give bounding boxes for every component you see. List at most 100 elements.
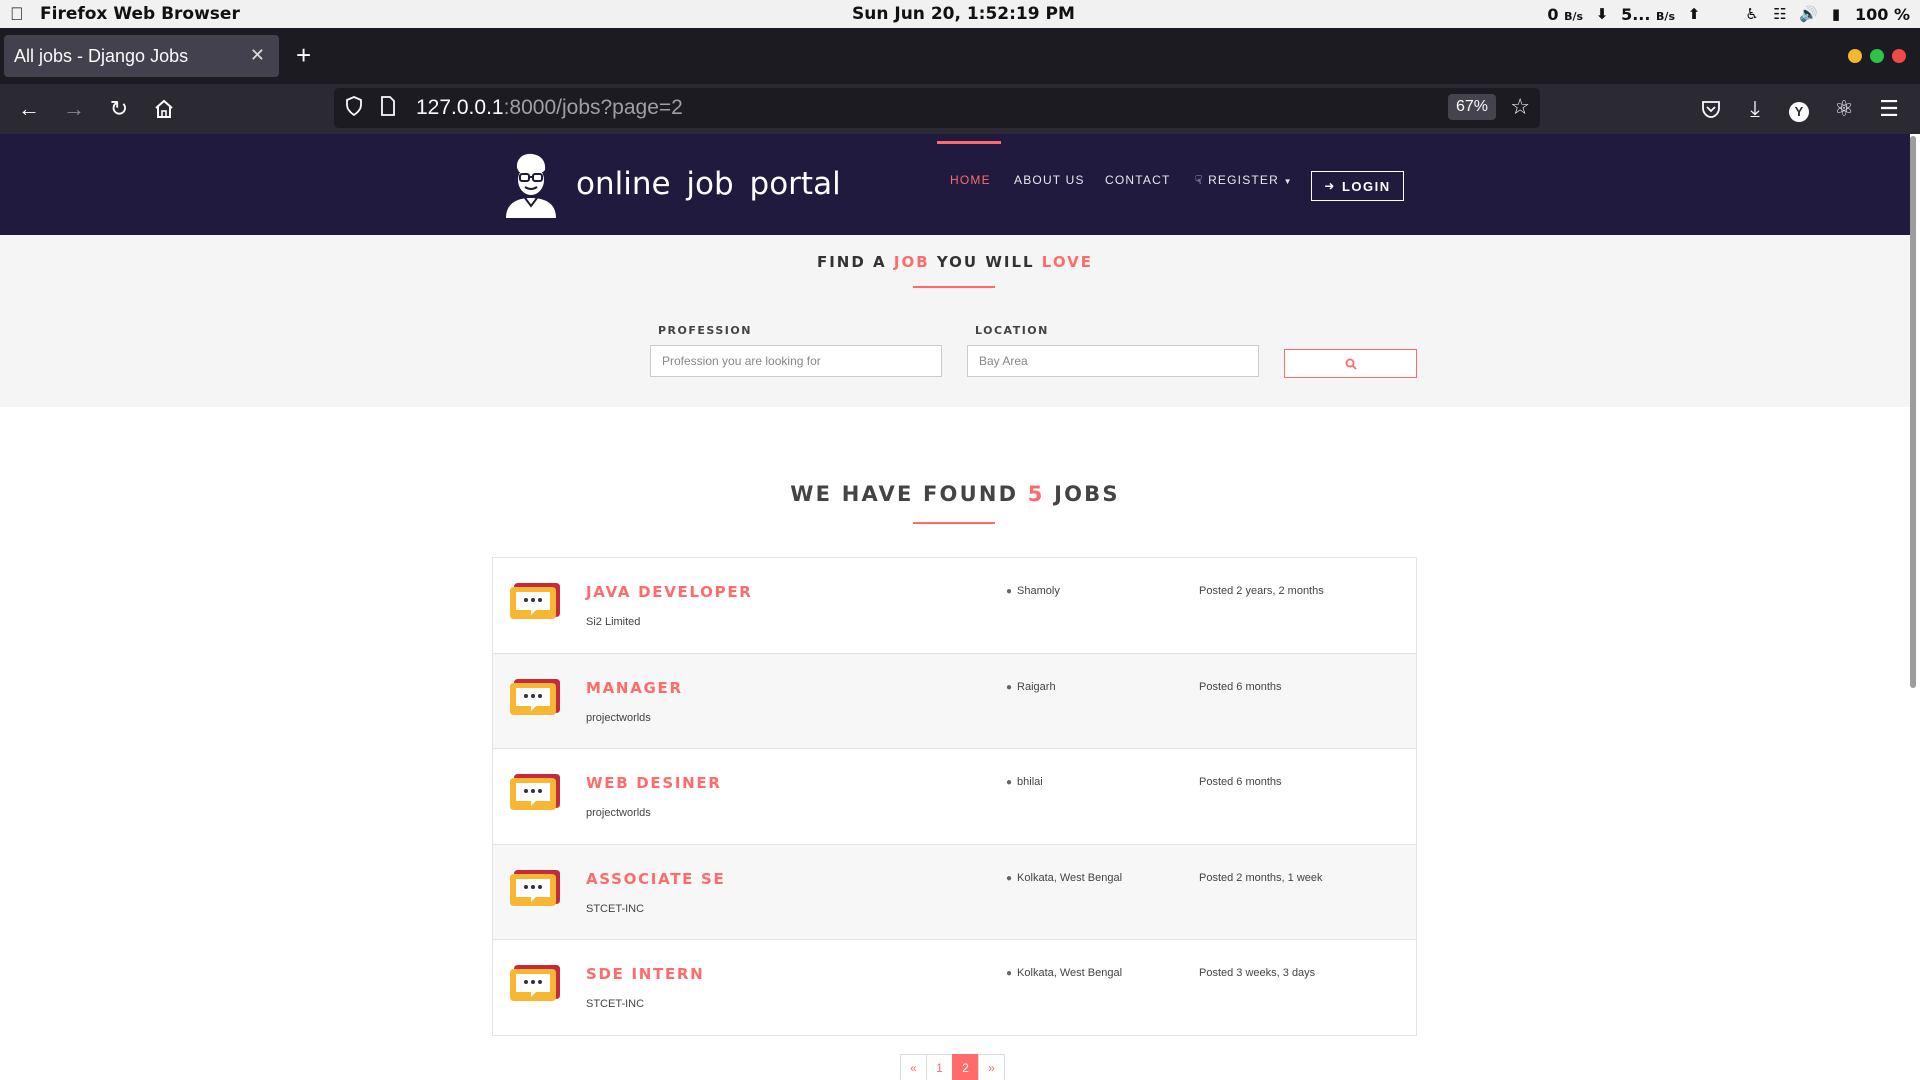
job-company: projectworlds bbox=[586, 711, 651, 724]
downloads-icon[interactable]: ⤓ bbox=[1740, 94, 1770, 124]
battery-percent: 100 % bbox=[1855, 4, 1910, 24]
extension-atom-icon[interactable]: ⚛ bbox=[1829, 94, 1859, 124]
job-location: ● Kolkata, West Bengal bbox=[1006, 967, 1122, 979]
job-location: ● bhilai bbox=[1006, 776, 1043, 788]
forward-arrow-icon[interactable]: → bbox=[59, 94, 89, 124]
accessibility-icon[interactable]: ♿ bbox=[1743, 5, 1761, 23]
results-heading-underline bbox=[913, 522, 995, 524]
page-1[interactable]: 1 bbox=[926, 1054, 953, 1080]
url-text[interactable]: 127.0.0.1:8000/jobs?page=2 bbox=[416, 96, 683, 120]
job-title-link[interactable]: SDE INTERN bbox=[586, 965, 704, 983]
nav-register[interactable]: ☟ REGISTER ▼ bbox=[1195, 173, 1293, 187]
page-2-current[interactable]: 2 bbox=[952, 1054, 979, 1080]
job-location-text: Shamoly bbox=[1017, 585, 1060, 597]
company-chat-logo-icon bbox=[510, 774, 562, 810]
company-chat-logo-icon bbox=[510, 678, 562, 715]
login-button-label: LOGIN bbox=[1341, 178, 1391, 194]
minimize-window-button[interactable] bbox=[1848, 49, 1862, 63]
job-company: projectworlds bbox=[586, 807, 651, 819]
browser-nav-toolbar: ← → ↻ 127.0.0.1:8000/jobs?page=2 67% ☆ ⤓… bbox=[0, 84, 1920, 134]
job-title-link[interactable]: JAVA DEVELOPER bbox=[586, 583, 753, 601]
tab-all-jobs[interactable]: All jobs - Django Jobs ✕ bbox=[4, 35, 279, 77]
nav-home[interactable]: HOME bbox=[950, 173, 991, 187]
location-label: LOCATION bbox=[975, 324, 1049, 337]
job-row[interactable]: JAVA DEVELOPER Si2 Limited ● Shamoly Posted … bbox=[493, 558, 1416, 654]
browser-tab-strip: All jobs - Django Jobs ✕ + bbox=[0, 28, 1920, 84]
company-chat-logo-icon bbox=[510, 869, 562, 906]
map-marker-icon: ● bbox=[1006, 777, 1013, 788]
profession-input[interactable]: Profession you are looking for bbox=[650, 345, 942, 377]
active-app-name[interactable]: Firefox Web Browser bbox=[40, 4, 240, 24]
close-tab-icon[interactable]: ✕ bbox=[250, 45, 265, 66]
job-row[interactable]: WEB DESINER projectworlds ● bhilai Posted 6 … bbox=[493, 749, 1416, 845]
site-name: online job portal bbox=[576, 166, 841, 202]
caret-down-icon: ▼ bbox=[1283, 177, 1293, 186]
app-menu-icon[interactable]: ☰ bbox=[1874, 94, 1904, 124]
system-clock[interactable]: Sun Jun 20, 1:52:19 PM bbox=[852, 4, 1075, 24]
tab-title: All jobs - Django Jobs bbox=[14, 45, 189, 66]
sign-in-icon: ➜ bbox=[1324, 179, 1336, 193]
job-location-text: Raigarh bbox=[1017, 680, 1056, 693]
window-controls bbox=[1848, 49, 1906, 63]
active-nav-indicator bbox=[937, 141, 1001, 144]
job-row[interactable]: MANAGER projectworlds ● Raigarh Posted 6 mon… bbox=[493, 653, 1416, 749]
close-window-button[interactable] bbox=[1892, 49, 1906, 63]
location-input[interactable]: Bay Area bbox=[967, 345, 1259, 377]
pagination: « 1 2 » bbox=[900, 1054, 1005, 1080]
map-marker-icon: ● bbox=[1006, 586, 1013, 597]
page-prev[interactable]: « bbox=[900, 1054, 927, 1080]
net-down-readout: 0 B/s bbox=[1547, 4, 1584, 24]
profession-label: PROFESSION bbox=[658, 324, 752, 337]
page-next[interactable]: » bbox=[978, 1054, 1005, 1080]
extension-y-icon[interactable]: Y bbox=[1784, 94, 1814, 124]
nav-about-us[interactable]: ABOUT US bbox=[1014, 173, 1085, 187]
job-posted-date: Posted 2 years, 2 months bbox=[1199, 585, 1324, 597]
nav-contact[interactable]: CONTACT bbox=[1105, 173, 1171, 187]
job-title-link[interactable]: MANAGER bbox=[586, 679, 683, 697]
job-posted-date: Posted 2 months, 1 week bbox=[1199, 871, 1323, 884]
page-info-icon[interactable] bbox=[380, 95, 400, 121]
network-icon[interactable]: ☷ bbox=[1771, 5, 1789, 23]
job-title-link[interactable]: ASSOCIATE SE bbox=[586, 870, 725, 888]
job-location: ● Raigarh bbox=[1006, 681, 1056, 693]
pocket-icon[interactable] bbox=[1696, 94, 1726, 124]
map-marker-icon: ● bbox=[1006, 872, 1013, 884]
job-location-text: Kolkata, West Bengal bbox=[1017, 967, 1123, 979]
company-chat-logo-icon bbox=[510, 965, 562, 1001]
search-icon bbox=[1345, 358, 1357, 370]
job-posted-date: Posted 6 months bbox=[1199, 776, 1282, 788]
company-chat-logo-icon bbox=[510, 583, 562, 619]
page-viewport: online job portal HOME ABOUT US CONTACT … bbox=[0, 134, 1920, 1080]
reload-icon[interactable]: ↻ bbox=[104, 94, 134, 124]
developer-avatar-icon bbox=[506, 153, 556, 218]
new-tab-plus-icon[interactable]: + bbox=[296, 40, 311, 70]
apple-icon[interactable]:  bbox=[10, 4, 28, 25]
site-logo[interactable]: online job portal bbox=[502, 150, 841, 218]
job-posted-date: Posted 6 months bbox=[1199, 680, 1282, 693]
home-icon[interactable] bbox=[149, 94, 179, 124]
nav-register-label: REGISTER bbox=[1208, 173, 1280, 187]
heading-underline bbox=[913, 286, 995, 288]
results-heading: WE HAVE FOUND 5 JOBS bbox=[790, 482, 1120, 506]
volume-icon[interactable]: 🔊 bbox=[1799, 5, 1818, 23]
system-tray: 0 B/s ⬇ 5... B/s ⬆ ♿ ☷ 🔊 ▮ 100 % bbox=[1547, 5, 1910, 24]
search-button[interactable] bbox=[1284, 349, 1417, 378]
job-search-band: FIND A JOB YOU WILL LOVE PROFESSION Prof… bbox=[0, 235, 1910, 407]
job-row[interactable]: ASSOCIATE SE STCET-INC ● Kolkata, West Beng… bbox=[493, 844, 1416, 940]
maximize-window-button[interactable] bbox=[1870, 49, 1884, 63]
battery-icon[interactable]: ▮ bbox=[1827, 5, 1845, 23]
bookmark-star-icon[interactable]: ☆ bbox=[1510, 94, 1530, 120]
back-arrow-icon[interactable]: ← bbox=[14, 94, 44, 124]
login-button[interactable]: ➜ LOGIN bbox=[1311, 171, 1404, 201]
site-header: online job portal HOME ABOUT US CONTACT … bbox=[0, 134, 1910, 235]
zoom-level-badge[interactable]: 67% bbox=[1447, 94, 1496, 120]
map-marker-icon: ● bbox=[1006, 681, 1013, 693]
job-row[interactable]: SDE INTERN STCET-INC ● Kolkata, West Bengal… bbox=[493, 940, 1416, 1036]
job-title-link[interactable]: WEB DESINER bbox=[586, 774, 722, 792]
address-bar[interactable]: 127.0.0.1:8000/jobs?page=2 67% ☆ bbox=[334, 88, 1540, 128]
job-location: ● Kolkata, West Bengal bbox=[1006, 872, 1122, 884]
download-arrow-icon: ⬇ bbox=[1595, 5, 1609, 23]
hand-pointer-icon: ☟ bbox=[1195, 173, 1204, 187]
page-scrollbar[interactable] bbox=[1910, 136, 1916, 688]
tracking-shield-icon[interactable] bbox=[342, 95, 366, 121]
